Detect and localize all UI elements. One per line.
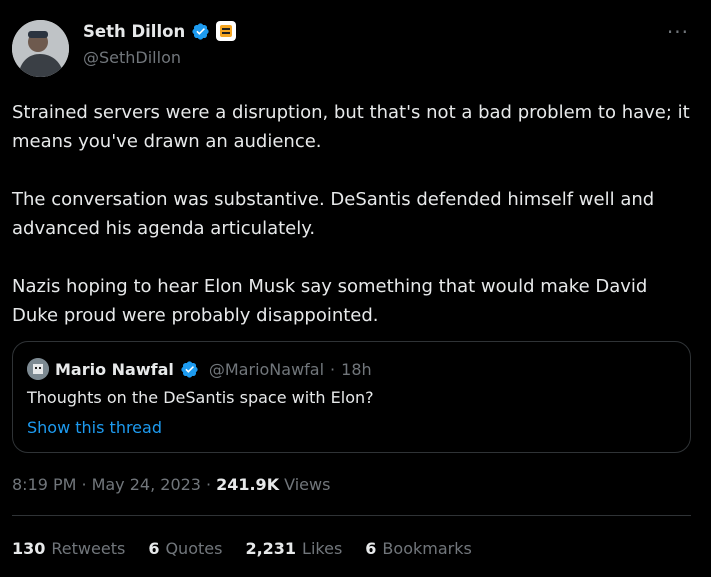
tweet-paragraph: Strained servers were a disruption, but … — [12, 102, 690, 152]
tweet-paragraph: Nazis hoping to hear Elon Musk say somet… — [12, 276, 648, 326]
author-avatar[interactable] — [12, 20, 69, 77]
tweet-text: Strained servers were a disruption, but … — [12, 98, 692, 330]
views-count: 241.9K — [216, 475, 280, 494]
stat-count: 2,231 — [245, 539, 297, 558]
quoted-timestamp[interactable]: 18h — [341, 360, 372, 379]
stat-count: 6 — [148, 539, 160, 558]
stat-quotes[interactable]: 6 Quotes — [148, 539, 222, 558]
verified-badge-icon — [180, 360, 199, 379]
stat-label: Quotes — [165, 539, 223, 558]
stat-retweets[interactable]: 130 Retweets — [12, 539, 125, 558]
stat-likes[interactable]: 2,231 Likes — [245, 539, 342, 558]
author-display-name[interactable]: Seth Dillon — [83, 22, 185, 41]
quoted-tweet-header: Mario Nawfal @MarioNawfal · 18h — [27, 358, 372, 380]
quoted-tweet-text: Thoughts on the DeSantis space with Elon… — [27, 388, 374, 407]
engagement-stats: 130 Retweets 6 Quotes 2,231 Likes 6 Book… — [12, 539, 495, 558]
quoted-author-handle: @MarioNawfal — [208, 359, 325, 379]
separator-dot: · — [330, 359, 336, 379]
quoted-author-avatar[interactable] — [27, 358, 49, 380]
divider — [12, 515, 691, 516]
separator-dot: · — [205, 475, 212, 494]
stat-bookmarks[interactable]: 6 Bookmarks — [365, 539, 472, 558]
babylon-bee-badge-icon[interactable] — [216, 21, 237, 41]
separator-dot: · — [81, 475, 87, 494]
quoted-author-name[interactable]: Mario Nawfal — [55, 360, 174, 379]
stat-label: Likes — [302, 539, 343, 558]
more-options-icon[interactable]: ··· — [667, 20, 689, 44]
stat-count: 130 — [12, 539, 46, 558]
stat-count: 6 — [365, 539, 377, 558]
tweet-time[interactable]: 8:19 PM — [12, 475, 76, 494]
tweet-meta: 8:19 PM · May 24, 2023 · 241.9K Views — [12, 475, 330, 494]
tweet-date[interactable]: May 24, 2023 — [92, 475, 201, 494]
show-thread-link[interactable]: Show this thread — [27, 418, 162, 437]
author-name-row: Seth Dillon — [83, 21, 237, 41]
stat-label: Retweets — [51, 539, 126, 558]
views-label: Views — [284, 475, 331, 494]
quoted-tweet-card[interactable]: Mario Nawfal @MarioNawfal · 18h Thoughts… — [12, 341, 691, 453]
tweet-paragraph: The conversation was substantive. DeSant… — [12, 189, 655, 239]
stat-label: Bookmarks — [382, 539, 472, 558]
verified-badge-icon[interactable] — [191, 22, 210, 41]
author-handle[interactable]: @SethDillon — [83, 48, 181, 67]
